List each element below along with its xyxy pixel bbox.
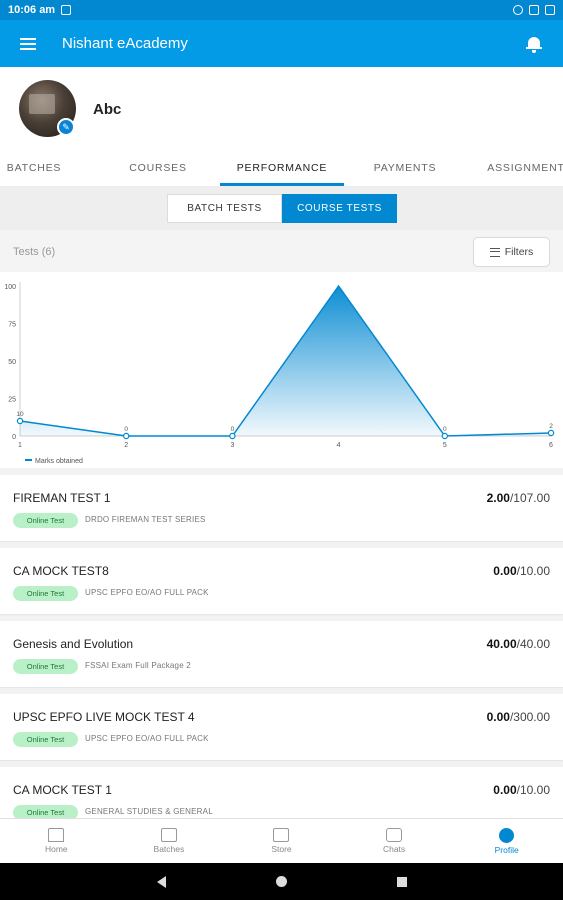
notification-bell-icon[interactable]: [525, 35, 543, 53]
home-icon: [48, 828, 65, 842]
test-type-toggle: BATCH TESTS COURSE TESTS: [0, 186, 563, 230]
data-point: [441, 432, 448, 440]
app-title: Nishant eAcademy: [62, 35, 188, 52]
system-nav-bar: [0, 863, 563, 900]
profile-icon: [499, 827, 515, 843]
home-circle-icon[interactable]: [275, 876, 287, 887]
data-point: [16, 417, 24, 425]
tab-bar: BATCHES COURSES PERFORMANCE PAYMENTS ASS…: [0, 154, 563, 186]
nav-label: Profile: [494, 844, 519, 855]
y-tick-label: 0: [12, 434, 16, 441]
nav-label: Chats: [382, 844, 406, 854]
y-tick-label: 100: [4, 284, 16, 291]
legend-label: Marks obtained: [35, 458, 83, 465]
test-title: FIREMAN TEST 1: [13, 491, 111, 505]
x-tick-label: 5: [443, 442, 447, 449]
nav-profile[interactable]: Profile: [450, 819, 563, 863]
test-score: 0.00/300.00: [486, 710, 550, 724]
back-icon[interactable]: [156, 875, 166, 888]
test-title: Genesis and Evolution: [13, 637, 134, 651]
nav-store[interactable]: Store: [225, 819, 338, 863]
y-tick-label: 25: [8, 397, 16, 404]
y-tick-label: 50: [8, 359, 16, 366]
course-tests-button[interactable]: COURSE TESTS: [282, 194, 397, 223]
batch-tests-button[interactable]: BATCH TESTS: [167, 194, 282, 223]
test-score: 0.00/10.00: [493, 564, 550, 578]
test-course-name: UPSC EPFO EO/AO FULL PACK: [85, 734, 209, 743]
nav-label: Home: [44, 844, 68, 854]
data-label: 10: [16, 411, 24, 418]
profile-header: ✎ Abc: [0, 67, 563, 154]
screen-icon: [61, 5, 72, 15]
test-title: UPSC EPFO LIVE MOCK TEST 4: [13, 710, 195, 724]
store-icon: [273, 828, 290, 842]
tab-assignment[interactable]: ASSIGNMENT: [476, 154, 563, 186]
chats-icon: [386, 828, 403, 842]
profile-name: Abc: [93, 101, 122, 118]
test-score: 0.00/10.00: [493, 783, 550, 797]
recents-icon[interactable]: [396, 876, 407, 887]
test-row[interactable]: Genesis and Evolution 40.00/40.00 Online T…: [0, 621, 563, 687]
tab-payments[interactable]: PAYMENTS: [360, 154, 450, 186]
test-course-name: FSSAI Exam Full Package 2: [85, 661, 191, 670]
y-tick-label: 75: [8, 322, 16, 329]
x-tick-label: 2: [124, 442, 128, 449]
test-course-name: DRDO FIREMAN TEST SERIES: [85, 515, 206, 524]
data-point: [122, 432, 130, 440]
dnd-icon: [513, 5, 523, 15]
wifi-icon: [529, 5, 539, 15]
test-score: 40.00/40.00: [486, 637, 550, 651]
x-tick-label: 3: [230, 442, 234, 449]
filters-button[interactable]: Filters: [473, 237, 550, 267]
app-bar: Nishant eAcademy: [0, 20, 563, 67]
menu-icon[interactable]: [20, 37, 36, 50]
tests-count: Tests (6): [13, 246, 56, 258]
nav-batches[interactable]: Batches: [113, 819, 226, 863]
online-test-badge: Online Test: [13, 586, 78, 601]
online-test-badge: Online Test: [13, 732, 78, 747]
test-list: FIREMAN TEST 1 2.00/107.00 Online Test DRDO…: [0, 475, 563, 840]
data-label: 0: [443, 426, 447, 433]
online-test-badge: Online Test: [13, 513, 78, 528]
tests-header: Tests (6) Filters: [0, 230, 563, 272]
batches-icon: [160, 828, 177, 842]
nav-chats[interactable]: Chats: [338, 819, 451, 863]
data-label: 2: [549, 423, 553, 430]
marks-chart: 02550751001 2 3 4 5 6100 0 0 2Marks obtained: [4, 282, 555, 465]
test-title: CA MOCK TEST 1: [13, 783, 112, 797]
data-point: [547, 429, 555, 437]
test-course-name: GENERAL STUDIES & GENERAL: [85, 807, 213, 816]
status-time: 10:06 am: [8, 4, 56, 16]
status-bar: 10:06 am: [0, 0, 563, 20]
test-course-name: UPSC EPFO EO/AO FULL PACK: [85, 588, 209, 597]
nav-home[interactable]: Home: [0, 819, 113, 863]
filter-icon: [489, 247, 500, 257]
x-tick-label: 1: [18, 442, 22, 449]
test-row[interactable]: UPSC EPFO LIVE MOCK TEST 4 0.00/300.00 Onl…: [0, 694, 563, 760]
filters-label: Filters: [504, 246, 534, 258]
tab-courses[interactable]: COURSES: [116, 154, 200, 186]
data-label: 0: [231, 426, 235, 433]
x-tick-label: 6: [549, 442, 553, 449]
bottom-nav: Home Batches Store Chats Profile: [0, 818, 563, 863]
test-row[interactable]: FIREMAN TEST 1 2.00/107.00 Online Test DRDO…: [0, 475, 563, 541]
marks-chart-card: 0 25 50 75 100 1 2 3 4 5 6 10 0 0 0 2 Marks obtained: [0, 272, 563, 468]
x-tick-label: 4: [337, 442, 341, 449]
battery-icon: [545, 5, 555, 15]
tab-performance[interactable]: PERFORMANCE: [220, 154, 344, 186]
edit-avatar-icon[interactable]: ✎: [57, 118, 75, 136]
data-label: 0: [124, 426, 128, 433]
nav-label: Store: [271, 844, 292, 854]
tab-batches[interactable]: BATCHES: [0, 154, 76, 186]
test-score: 2.00/107.00: [486, 491, 550, 505]
test-row[interactable]: CA MOCK TEST8 0.00/10.00 Online Test UPSC E…: [0, 548, 563, 614]
data-point: [229, 432, 236, 440]
online-test-badge: Online Test: [13, 659, 78, 674]
nav-label: Batches: [153, 844, 185, 854]
test-title: CA MOCK TEST8: [13, 564, 109, 578]
